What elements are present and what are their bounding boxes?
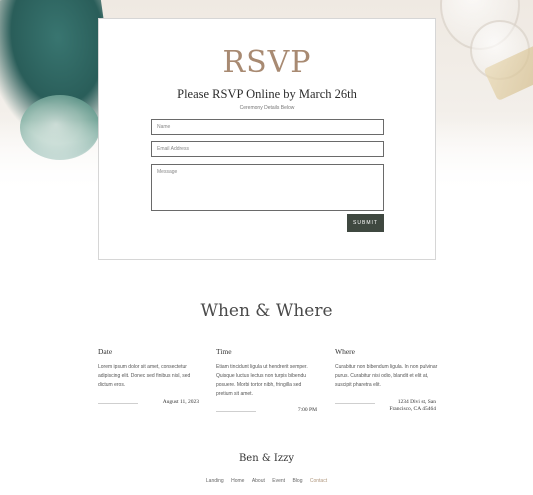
where-value-line2: Francisco, CA 45464 — [389, 406, 436, 412]
time-column: Time Etiam tincidunt ligula ut hendrerit… — [216, 347, 319, 399]
nav-link-home[interactable]: Home — [231, 478, 244, 484]
nav-link-event[interactable]: Event — [272, 478, 285, 484]
date-heading: Date — [98, 347, 113, 356]
where-value-line1: 1234 Divi st, San — [397, 399, 436, 405]
ceremony-note: Ceremony Details Below — [239, 105, 295, 111]
time-value-text: 7:00 PM — [297, 407, 317, 413]
time-divider — [216, 411, 256, 412]
nav-link-about[interactable]: About — [252, 478, 265, 484]
rsvp-card: RSVP Please RSVP Online by March 26th Ce… — [98, 18, 436, 260]
where-column: Where Curabitur non bibendum ligula. In … — [335, 347, 438, 390]
nav-link-contact[interactable]: Contact — [310, 478, 327, 484]
date-value-text: August 11, 2023 — [162, 399, 199, 405]
date-column: Date Lorem ipsum dolor sit amet, consect… — [98, 347, 201, 390]
time-heading: Time — [216, 347, 232, 356]
where-heading: Where — [335, 347, 355, 356]
nav-link-blog[interactable]: Blog — [292, 478, 302, 484]
date-description: Lorem ipsum dolor sit amet, consectetur … — [98, 364, 191, 388]
footer-nav: Landing Home About Event Blog Contact — [0, 478, 533, 484]
date-value: August 11, 2023 — [140, 399, 199, 406]
submit-button[interactable]: SUBMIT — [347, 214, 384, 232]
where-description: Curabitur non bibendum ligula. In non pu… — [335, 364, 438, 388]
rsvp-title: RSVP — [222, 45, 312, 80]
email-input[interactable]: Email Address — [151, 141, 384, 157]
name-input[interactable]: Name — [151, 119, 384, 135]
where-value: 1234 Divi st, San Francisco, CA 45464 — [362, 399, 436, 413]
date-divider — [98, 403, 138, 404]
nav-link-landing[interactable]: Landing — [206, 478, 224, 484]
rsvp-subtitle: Please RSVP Online by March 26th — [177, 87, 357, 101]
footer-brand: Ben & Izzy — [238, 453, 295, 464]
time-value: 7:00 PM — [258, 407, 317, 414]
message-textarea[interactable]: Message — [151, 164, 384, 211]
when-where-title: When & Where — [200, 301, 333, 321]
time-description: Etiam tincidunt ligula ut hendrerit semp… — [216, 364, 308, 397]
